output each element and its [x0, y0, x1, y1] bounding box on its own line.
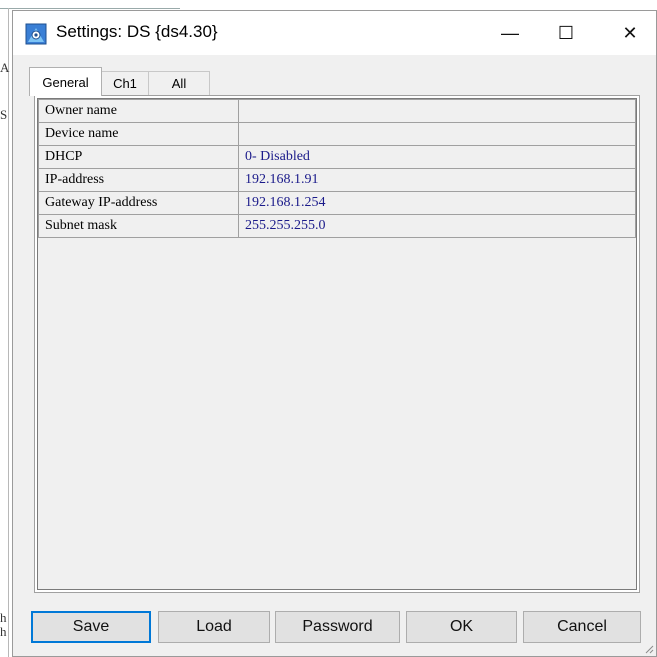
tab-general[interactable]: General [29, 67, 102, 96]
property-name: Owner name [38, 99, 239, 123]
window-title: Settings: DS {ds4.30} [56, 22, 218, 41]
background-text-fragment: S [0, 107, 8, 122]
property-value-gateway-ip[interactable]: 192.168.1.254 [238, 191, 636, 215]
cancel-button[interactable]: Cancel [523, 611, 641, 643]
tab-all[interactable]: All [148, 71, 210, 95]
tab-panel-general: Owner name Device name DHCP 0- Disabled … [34, 95, 640, 593]
save-button[interactable]: Save [31, 611, 151, 643]
background-window-edge [0, 0, 180, 9]
property-row[interactable]: DHCP 0- Disabled [38, 145, 636, 169]
load-button[interactable]: Load [158, 611, 270, 643]
property-row[interactable]: IP-address 192.168.1.91 [38, 168, 636, 192]
password-button[interactable]: Password [275, 611, 400, 643]
maximize-icon: ☐ [557, 22, 575, 43]
property-row[interactable]: Owner name [38, 99, 636, 123]
property-row[interactable]: Subnet mask 255.255.255.0 [38, 214, 636, 238]
property-row[interactable]: Device name [38, 122, 636, 146]
close-button[interactable]: ✕ [607, 11, 653, 55]
minimize-icon: — [501, 22, 519, 43]
resize-grip-icon[interactable] [644, 644, 654, 654]
property-table: Owner name Device name DHCP 0- Disabled … [38, 99, 636, 238]
property-grid: Owner name Device name DHCP 0- Disabled … [37, 98, 637, 590]
title-bar[interactable]: Settings: DS {ds4.30} — ☐ ✕ [13, 11, 656, 55]
property-name: Gateway IP-address [38, 191, 239, 215]
property-value-subnet-mask[interactable]: 255.255.255.0 [238, 214, 636, 238]
property-name: Subnet mask [38, 214, 239, 238]
ok-button[interactable]: OK [406, 611, 517, 643]
property-value-device-name[interactable] [238, 122, 636, 146]
property-value-owner-name[interactable] [238, 99, 636, 123]
settings-app-icon [25, 23, 47, 45]
property-name: Device name [38, 122, 239, 146]
property-row[interactable]: Gateway IP-address 192.168.1.254 [38, 191, 636, 215]
maximize-button[interactable]: ☐ [543, 11, 589, 55]
property-name: IP-address [38, 168, 239, 192]
close-icon: ✕ [622, 22, 638, 43]
background-text-fragment: h [0, 624, 7, 639]
settings-dialog: Settings: DS {ds4.30} — ☐ ✕ General Ch1 … [12, 10, 657, 657]
minimize-button[interactable]: — [487, 11, 533, 55]
background-divider [8, 8, 9, 657]
background-text-fragment: A [0, 60, 10, 75]
property-name: DHCP [38, 145, 239, 169]
property-value-ip-address[interactable]: 192.168.1.91 [238, 168, 636, 192]
property-value-dhcp[interactable]: 0- Disabled [238, 145, 636, 169]
tab-ch1[interactable]: Ch1 [101, 71, 149, 95]
